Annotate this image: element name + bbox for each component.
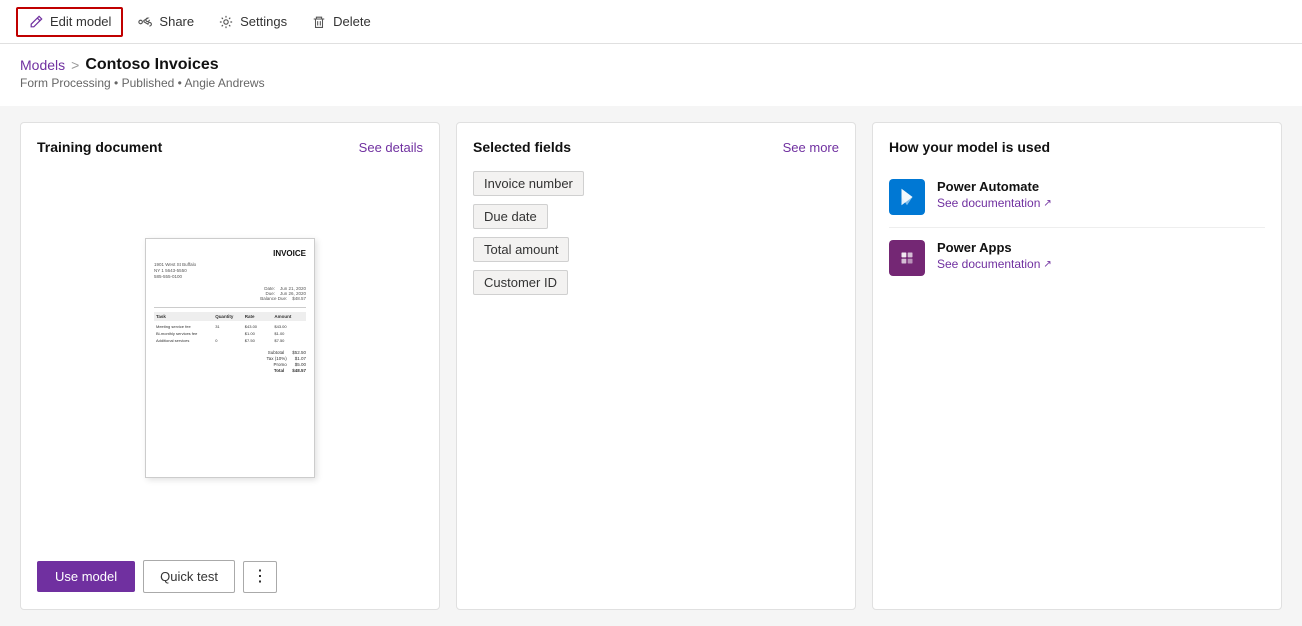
model-author: Angie Andrews	[185, 76, 265, 90]
edit-model-button[interactable]: Edit model	[16, 7, 123, 37]
field-tag: Customer ID	[473, 270, 568, 295]
settings-icon	[218, 14, 234, 30]
see-details-link[interactable]: See details	[359, 140, 423, 155]
doc-address: 1901 West St BuffaloNY 1 5643-5550585-55…	[154, 262, 306, 281]
selected-fields-card: Selected fields See more Invoice number D…	[456, 122, 856, 610]
more-options-button[interactable]: ⋮	[243, 561, 277, 593]
meta-sep2: •	[178, 76, 182, 90]
field-tag: Invoice number	[473, 171, 584, 196]
main-content: Training document See details INVOICE 19…	[0, 106, 1302, 626]
share-icon	[137, 14, 153, 30]
usage-card-title: How your model is used	[889, 139, 1050, 155]
usage-info: Power Automate See documentation ↗	[937, 179, 1052, 210]
see-more-link[interactable]: See more	[783, 140, 839, 155]
breadcrumb: Models > Contoso Invoices	[20, 56, 1282, 74]
invoice-title-text: INVOICE	[273, 249, 306, 258]
edit-icon	[28, 14, 44, 30]
more-options-icon: ⋮	[252, 569, 268, 585]
settings-button[interactable]: Settings	[208, 9, 297, 35]
training-document-card: Training document See details INVOICE 19…	[20, 122, 440, 610]
doc-table-row: Bi-monthly services fee$1.00$1.00	[154, 330, 306, 337]
usage-name: Power Automate	[937, 179, 1052, 194]
delete-label: Delete	[333, 14, 371, 29]
model-type: Form Processing	[20, 76, 111, 90]
breadcrumb-separator: >	[71, 57, 79, 73]
share-button[interactable]: Share	[127, 9, 204, 35]
doc-table-row: Meeting service fee31$43.00$43.00	[154, 323, 306, 330]
field-tag: Due date	[473, 204, 548, 229]
delete-button[interactable]: Delete	[301, 9, 381, 35]
model-status: Published	[122, 76, 175, 90]
breadcrumb-current: Contoso Invoices	[85, 56, 218, 74]
external-link-icon: ↗	[1043, 259, 1051, 270]
doc-totals: Subtotal$52.50 Tax (10%)$1.07 Promo$5.00…	[154, 350, 306, 373]
edit-model-label: Edit model	[50, 14, 111, 29]
usage-card-header: How your model is used	[889, 139, 1265, 155]
doc-table-row: Additional services0$7.50$7.50	[154, 337, 306, 344]
quick-test-button[interactable]: Quick test	[143, 560, 235, 593]
training-footer: Use model Quick test ⋮	[37, 548, 423, 593]
fields-card-header: Selected fields See more	[473, 139, 839, 155]
invoice-document: INVOICE 1901 West St BuffaloNY 1 5643-55…	[145, 238, 315, 478]
usage-name: Power Apps	[937, 240, 1052, 255]
fields-card-title: Selected fields	[473, 139, 571, 155]
usage-icon-apps	[889, 240, 925, 276]
breadcrumb-area: Models > Contoso Invoices Form Processin…	[0, 44, 1302, 106]
usage-item: Power Automate See documentation ↗	[889, 167, 1265, 228]
usage-doc-link[interactable]: See documentation ↗	[937, 196, 1052, 210]
meta-sep1: •	[114, 76, 118, 90]
use-model-button[interactable]: Use model	[37, 561, 135, 592]
training-card-title: Training document	[37, 139, 162, 155]
training-card-header: Training document See details	[37, 139, 423, 155]
delete-icon	[311, 14, 327, 30]
field-tags-container: Invoice number Due date Total amount Custom…	[473, 171, 839, 295]
doc-meta: Date: Jun 21, 2020 Due: Jun 26, 2020 Bal…	[154, 286, 306, 301]
doc-table-header: TaskQuantityRateAmount	[154, 312, 306, 321]
field-tag: Total amount	[473, 237, 569, 262]
usage-info: Power Apps See documentation ↗	[937, 240, 1052, 271]
usage-doc-link[interactable]: See documentation ↗	[937, 257, 1052, 271]
usage-card: How your model is used Power Automate Se…	[872, 122, 1282, 610]
breadcrumb-parent[interactable]: Models	[20, 57, 65, 73]
toolbar: Edit model Share Settings Delete	[0, 0, 1302, 44]
usage-icon-automate	[889, 179, 925, 215]
meta-line: Form Processing • Published • Angie Andr…	[20, 76, 1282, 102]
external-link-icon: ↗	[1043, 198, 1051, 209]
share-label: Share	[159, 14, 194, 29]
usage-item: Power Apps See documentation ↗	[889, 228, 1265, 288]
settings-label: Settings	[240, 14, 287, 29]
document-preview: INVOICE 1901 West St BuffaloNY 1 5643-55…	[37, 167, 423, 548]
